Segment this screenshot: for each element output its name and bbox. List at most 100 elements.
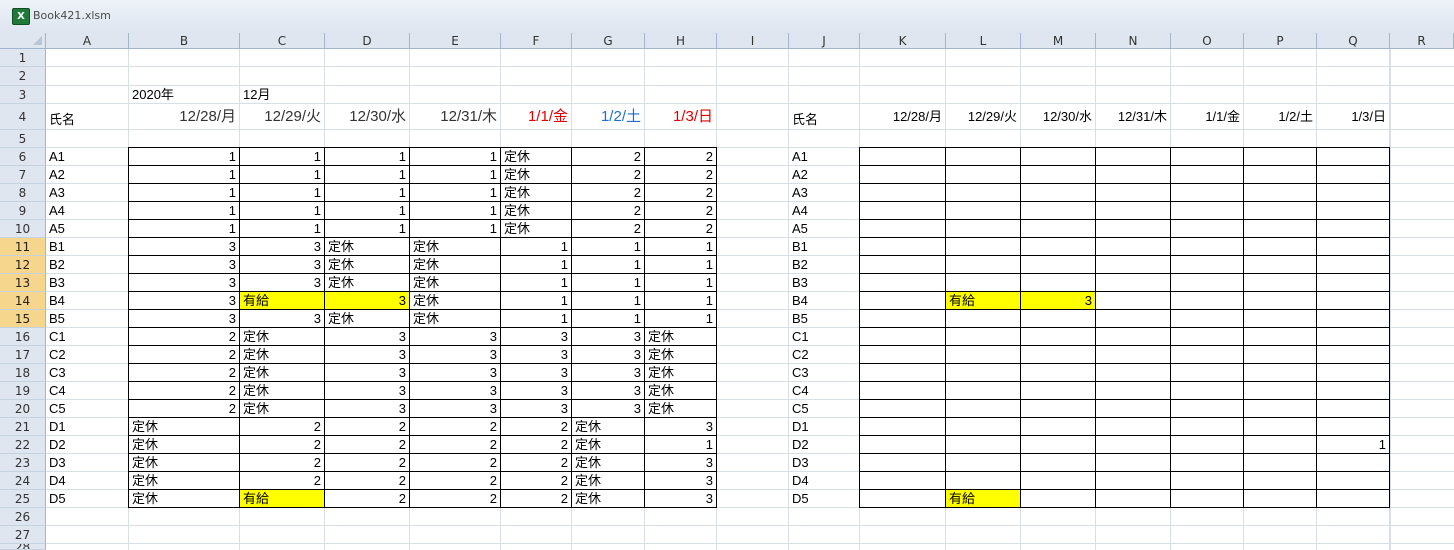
left-cell[interactable]: 3 (325, 328, 410, 346)
right-cell[interactable] (1317, 166, 1390, 184)
right-cell[interactable] (946, 346, 1021, 364)
right-cell[interactable] (1317, 220, 1390, 238)
right-name-D1[interactable]: D1 (789, 418, 860, 436)
right-cell[interactable] (860, 274, 946, 292)
left-name-A3[interactable]: A3 (46, 184, 129, 202)
right-cell[interactable] (1317, 238, 1390, 256)
header-date-right-3[interactable]: 12/31/木 (1096, 104, 1171, 130)
left-cell[interactable]: 2 (410, 418, 501, 436)
left-cell[interactable]: 3 (240, 256, 325, 274)
right-cell[interactable] (1021, 418, 1096, 436)
right-name-D4[interactable]: D4 (789, 472, 860, 490)
row-header-20[interactable]: 20 (0, 400, 46, 418)
header-date-right-4[interactable]: 1/1/金 (1171, 104, 1244, 130)
right-cell[interactable] (1171, 418, 1244, 436)
right-cell[interactable] (1244, 220, 1317, 238)
right-cell[interactable] (1171, 346, 1244, 364)
right-name-A1[interactable]: A1 (789, 148, 860, 166)
right-name-C5[interactable]: C5 (789, 400, 860, 418)
column-header-G[interactable]: G (572, 33, 645, 49)
row-header-4[interactable]: 4 (0, 104, 46, 130)
right-name-D2[interactable]: D2 (789, 436, 860, 454)
left-cell[interactable]: 1 (325, 166, 410, 184)
right-cell[interactable] (1171, 184, 1244, 202)
header-date-left-3[interactable]: 12/31/木 (410, 104, 501, 130)
left-cell[interactable]: 1 (501, 256, 572, 274)
right-cell[interactable] (1317, 454, 1390, 472)
right-cell[interactable] (946, 220, 1021, 238)
left-cell[interactable]: 2 (572, 202, 645, 220)
left-cell[interactable]: 2 (501, 472, 572, 490)
right-cell[interactable] (946, 166, 1021, 184)
left-cell[interactable]: 2 (501, 436, 572, 454)
left-cell[interactable]: 定休 (410, 310, 501, 328)
left-cell[interactable]: 1 (572, 310, 645, 328)
left-cell[interactable]: 1 (129, 148, 240, 166)
left-cell[interactable]: 1 (240, 148, 325, 166)
left-cell[interactable]: 2 (325, 436, 410, 454)
left-cell[interactable]: 3 (129, 274, 240, 292)
right-cell[interactable] (1317, 148, 1390, 166)
right-cell[interactable] (1244, 490, 1317, 508)
right-name-C1[interactable]: C1 (789, 328, 860, 346)
row-header-18[interactable]: 18 (0, 364, 46, 382)
right-cell[interactable] (1171, 148, 1244, 166)
left-cell[interactable]: 定休 (572, 490, 645, 508)
left-cell[interactable]: 3 (645, 472, 717, 490)
column-header-F[interactable]: F (501, 33, 572, 49)
left-name-B4[interactable]: B4 (46, 292, 129, 310)
right-cell[interactable] (1244, 400, 1317, 418)
right-cell[interactable] (1317, 418, 1390, 436)
left-cell[interactable]: 2 (645, 220, 717, 238)
left-cell[interactable]: 定休 (501, 184, 572, 202)
left-cell[interactable]: 3 (240, 310, 325, 328)
left-cell[interactable]: 定休 (325, 256, 410, 274)
row-header-10[interactable]: 10 (0, 220, 46, 238)
header-date-left-5[interactable]: 1/2/土 (572, 104, 645, 130)
row-header-7[interactable]: 7 (0, 166, 46, 184)
right-name-C2[interactable]: C2 (789, 346, 860, 364)
left-cell[interactable]: 3 (129, 310, 240, 328)
right-cell[interactable] (946, 202, 1021, 220)
right-cell[interactable] (1244, 166, 1317, 184)
left-name-D5[interactable]: D5 (46, 490, 129, 508)
column-header-R[interactable]: R (1390, 33, 1454, 49)
left-cell[interactable]: 定休 (240, 346, 325, 364)
left-cell[interactable]: 2 (410, 490, 501, 508)
right-cell[interactable] (1021, 202, 1096, 220)
left-cell[interactable]: 1 (501, 292, 572, 310)
right-cell[interactable] (1317, 274, 1390, 292)
right-cell[interactable] (1244, 418, 1317, 436)
right-name-A4[interactable]: A4 (789, 202, 860, 220)
right-cell[interactable] (946, 256, 1021, 274)
left-cell[interactable]: 定休 (645, 346, 717, 364)
left-cell[interactable]: 定休 (501, 166, 572, 184)
left-cell[interactable]: 2 (129, 382, 240, 400)
row-header-15[interactable]: 15 (0, 310, 46, 328)
right-cell[interactable] (1096, 184, 1171, 202)
left-cell[interactable]: 定休 (410, 274, 501, 292)
right-cell[interactable] (860, 472, 946, 490)
left-name-C1[interactable]: C1 (46, 328, 129, 346)
column-header-L[interactable]: L (946, 33, 1021, 49)
left-cell[interactable]: 定休 (410, 238, 501, 256)
left-cell[interactable]: 3 (410, 382, 501, 400)
left-cell[interactable]: 3 (501, 400, 572, 418)
right-name-A5[interactable]: A5 (789, 220, 860, 238)
left-cell[interactable]: 1 (645, 436, 717, 454)
left-cell[interactable]: 3 (572, 382, 645, 400)
left-cell[interactable]: 2 (240, 418, 325, 436)
right-cell[interactable] (860, 346, 946, 364)
right-cell[interactable] (860, 148, 946, 166)
left-cell[interactable]: 1 (645, 310, 717, 328)
row-header-12[interactable]: 12 (0, 256, 46, 274)
header-date-left-4[interactable]: 1/1/金 (501, 104, 572, 130)
left-cell[interactable]: 定休 (645, 382, 717, 400)
left-cell[interactable]: 1 (645, 256, 717, 274)
column-header-A[interactable]: A (46, 33, 129, 49)
right-cell[interactable] (1021, 454, 1096, 472)
right-cell[interactable] (946, 472, 1021, 490)
right-cell[interactable] (1021, 274, 1096, 292)
right-cell[interactable] (1096, 292, 1171, 310)
right-cell[interactable] (1244, 364, 1317, 382)
